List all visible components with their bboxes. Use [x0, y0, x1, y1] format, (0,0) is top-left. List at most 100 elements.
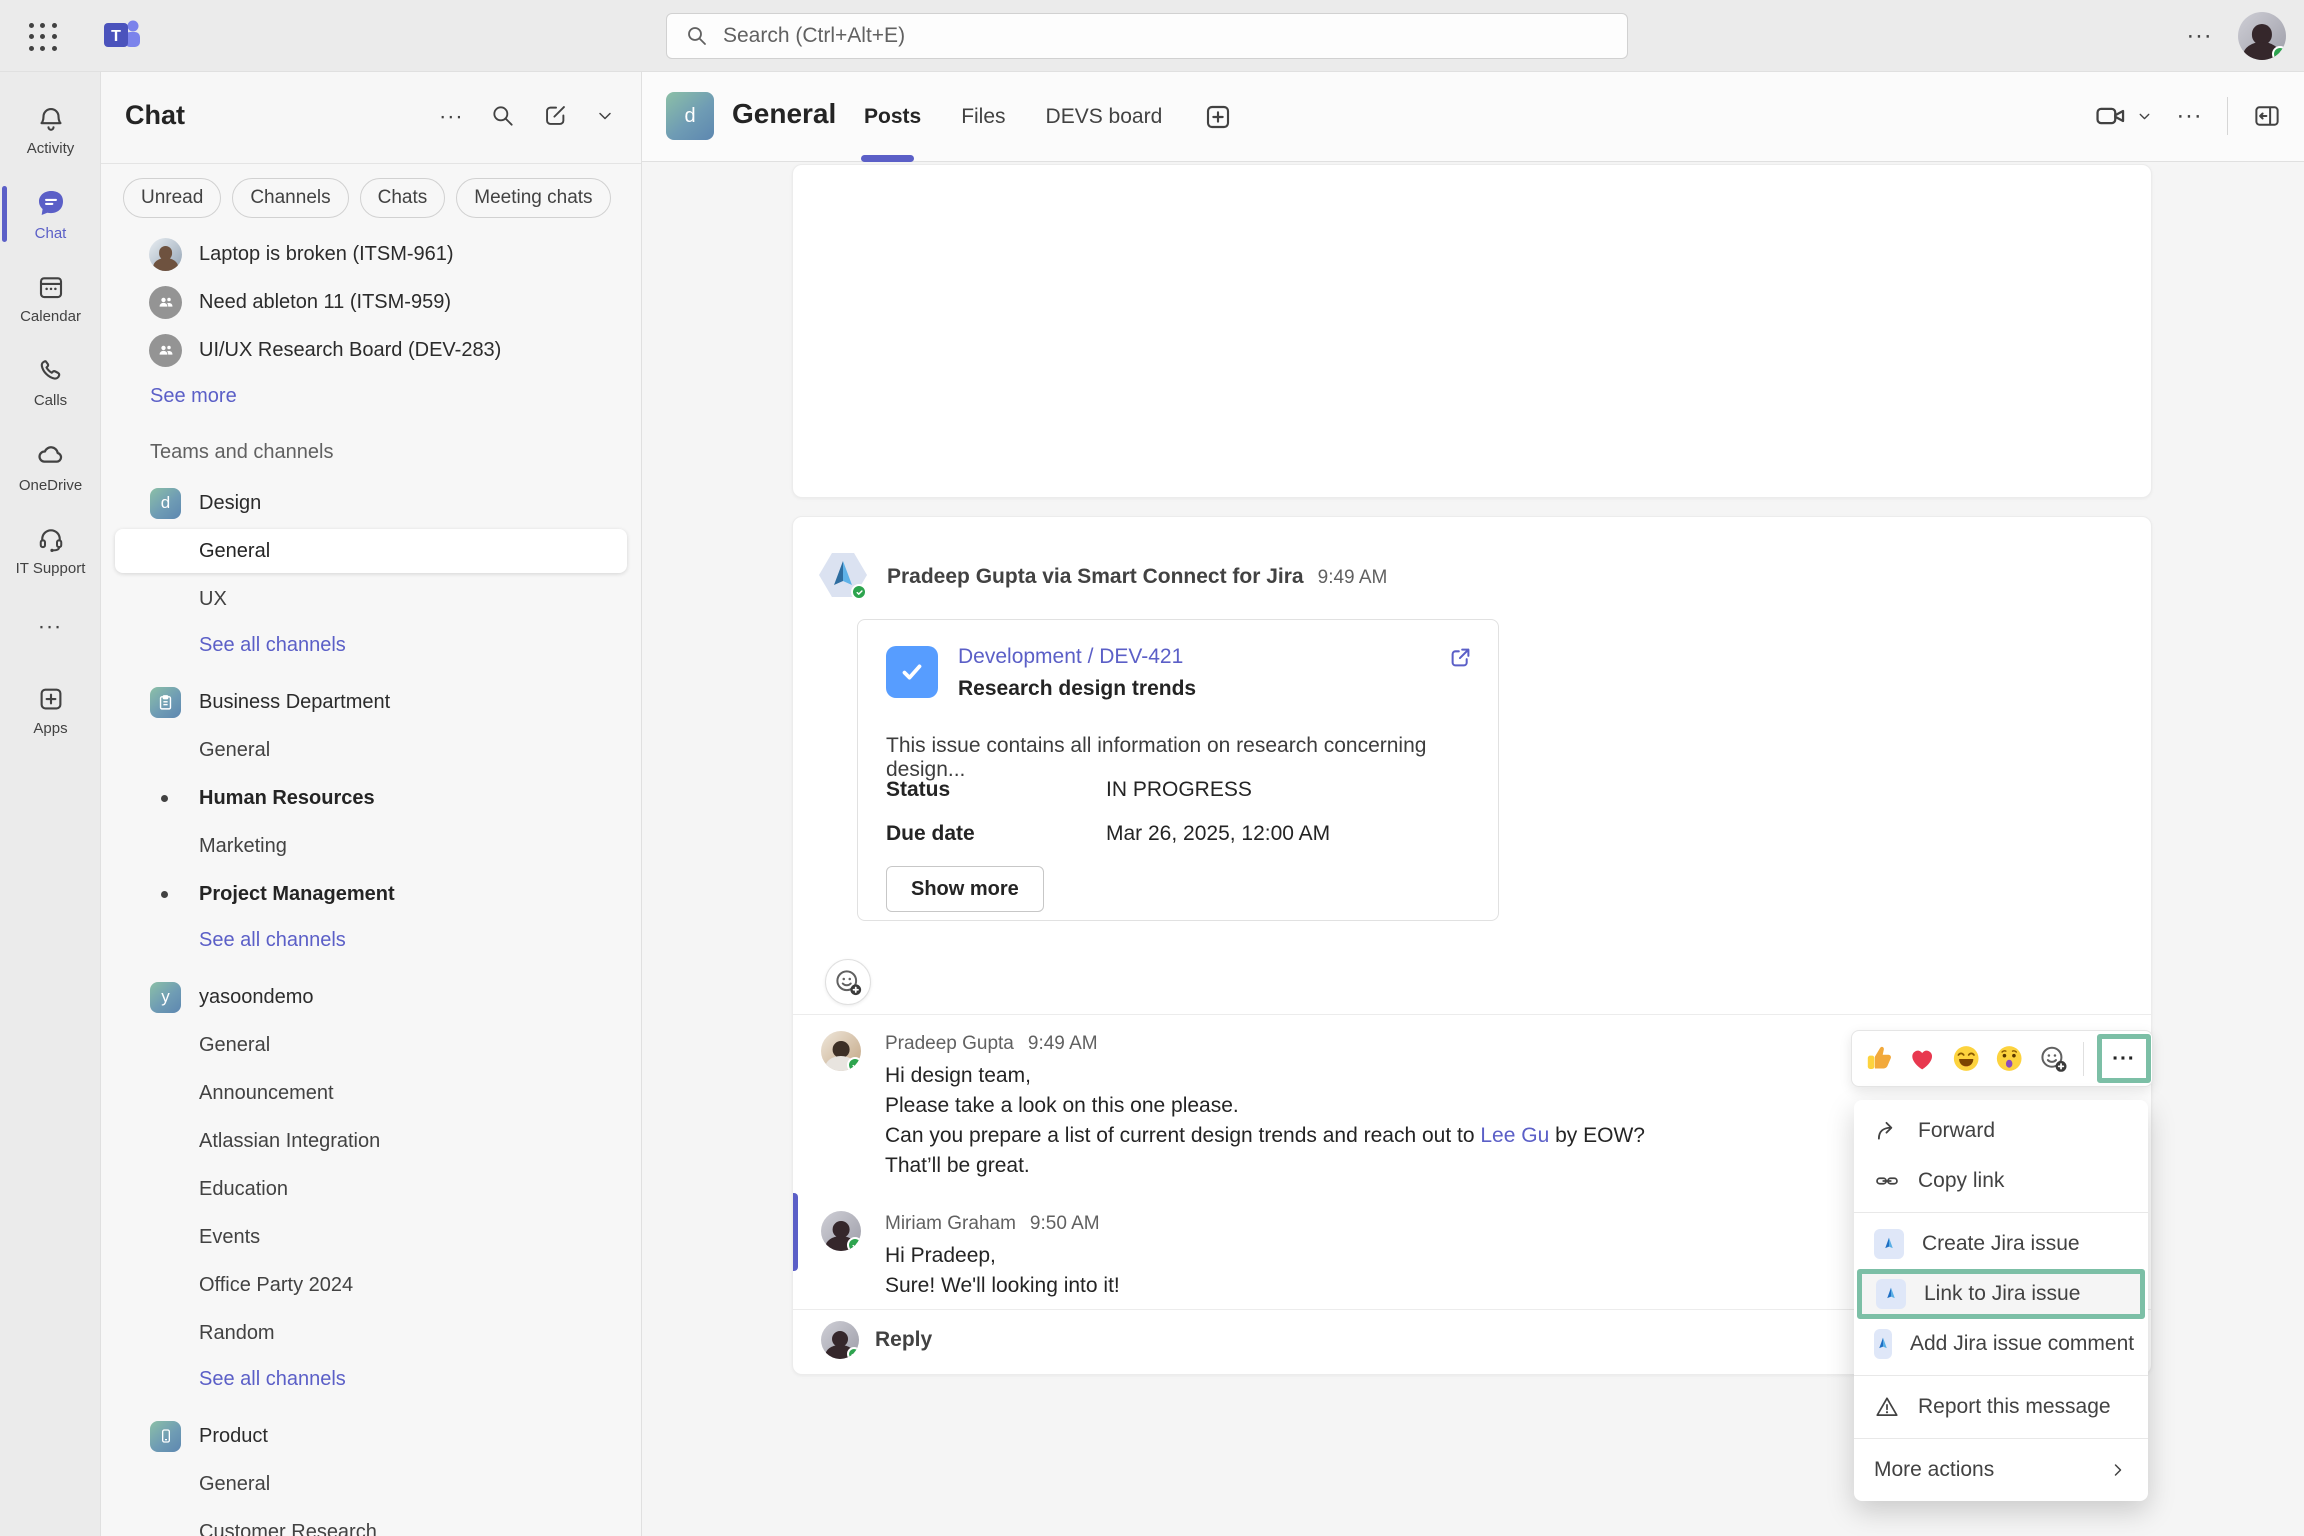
bot-post-author-row: Pradeep Gupta via Smart Connect for Jira… [887, 565, 1387, 589]
channel-item-general-selected[interactable]: General [101, 527, 641, 575]
channel-item[interactable]: Marketing [101, 822, 641, 870]
channel-item[interactable]: Atlassian Integration [101, 1117, 641, 1165]
user-avatar[interactable] [2238, 12, 2286, 60]
menu-item-create-jira-issue[interactable]: Create Jira issue [1854, 1219, 2148, 1269]
bot-post-author: Pradeep Gupta via Smart Connect for Jira [887, 565, 1304, 589]
channel-more-button[interactable]: ∙∙∙ [2177, 102, 2203, 130]
message-context-menu: Forward Copy link Create Jira issue Link… [1854, 1100, 2148, 1501]
mention-link[interactable]: Lee Gu [1480, 1124, 1549, 1147]
surprised-reaction[interactable] [1994, 1042, 2024, 1075]
active-tab-indicator [861, 155, 914, 162]
tab-posts[interactable]: Posts [864, 105, 921, 129]
channel-item[interactable]: Education [101, 1165, 641, 1213]
rail-item-apps[interactable]: Apps [0, 668, 101, 752]
reply-time: 9:50 AM [1030, 1213, 1100, 1235]
filter-channels[interactable]: Channels [232, 178, 348, 218]
new-chat-icon[interactable] [542, 102, 569, 129]
chat-filter-more-button[interactable]: ∙∙∙ [440, 103, 464, 129]
show-more-button[interactable]: Show more [886, 866, 1044, 912]
tab-devs-board[interactable]: DEVS board [1046, 105, 1163, 129]
search-input[interactable]: Search (Ctrl+Alt+E) [666, 13, 1628, 59]
see-all-channels-link[interactable]: See all channels [101, 1357, 641, 1402]
channel-item[interactable]: Events [101, 1213, 641, 1261]
chat-item[interactable]: UI/UX Research Board (DEV-283) [101, 326, 641, 374]
message-more-options-button[interactable]: ∙∙∙ [2097, 1034, 2151, 1083]
channel-item[interactable]: General [101, 726, 641, 774]
channel-header: d General Posts Files DEVS board ∙∙∙ [642, 72, 2304, 162]
chevron-down-icon[interactable] [595, 106, 615, 126]
search-icon [685, 24, 709, 48]
app-rail: Activity Chat Calendar Calls OneDrive IT… [0, 72, 101, 1536]
heart-reaction[interactable] [1907, 1042, 1937, 1075]
see-more-link[interactable]: See more [101, 374, 641, 419]
chat-item[interactable]: Need ableton 11 (ITSM-959) [101, 278, 641, 326]
rail-more-button[interactable]: ∙∙∙ [0, 600, 101, 652]
rail-item-calendar[interactable]: Calendar [0, 256, 101, 340]
teams-and-channels-header: Teams and channels [101, 425, 641, 479]
rail-item-calls[interactable]: Calls [0, 340, 101, 424]
jira-issue-title: Research design trends [958, 677, 1196, 701]
channel-item[interactable]: General [101, 1460, 641, 1508]
filter-chats[interactable]: Chats [360, 178, 446, 218]
jira-status-row: StatusIN PROGRESS [886, 778, 1252, 802]
tab-files[interactable]: Files [961, 105, 1005, 129]
rail-item-onedrive[interactable]: OneDrive [0, 424, 101, 508]
topbar-more-button[interactable]: ∙∙∙ [2178, 18, 2222, 54]
team-item-design[interactable]: d Design [101, 479, 641, 527]
open-pane-icon[interactable] [2252, 101, 2282, 131]
menu-item-forward[interactable]: Forward [1854, 1106, 2148, 1156]
chat-sidebar: Chat ∙∙∙ Unread Channels Chats Meeting c… [101, 72, 642, 1536]
team-item-product[interactable]: Product [101, 1412, 641, 1460]
team-item-business-department[interactable]: Business Department [101, 678, 641, 726]
see-all-channels-link[interactable]: See all channels [101, 623, 641, 668]
jira-icon [1876, 1279, 1906, 1309]
reply-button[interactable]: Reply [821, 1321, 932, 1359]
channel-item[interactable]: Announcement [101, 1069, 641, 1117]
reply-author: Pradeep Gupta [885, 1033, 1014, 1055]
chat-item[interactable]: Laptop is broken (ITSM-961) [101, 230, 641, 278]
channel-item[interactable]: Office Party 2024 [101, 1261, 641, 1309]
rail-item-activity[interactable]: Activity [0, 88, 101, 172]
more-icon: ∙∙∙ [38, 613, 62, 639]
menu-item-report-this-message[interactable]: Report this message [1854, 1382, 2148, 1432]
menu-item-copy-link[interactable]: Copy link [1854, 1156, 2148, 1206]
menu-item-more-actions[interactable]: More actions [1854, 1445, 2148, 1495]
reply-author-row: Pradeep Gupta 9:49 AM [885, 1033, 1098, 1055]
laughing-reaction[interactable] [1951, 1042, 1981, 1075]
meet-button[interactable] [2094, 99, 2153, 133]
reply-author-avatar [821, 1211, 861, 1251]
channel-item[interactable]: Random [101, 1309, 641, 1357]
chat-icon [35, 187, 67, 219]
see-all-channels-link[interactable]: See all channels [101, 918, 641, 963]
menu-item-add-jira-issue-comment[interactable]: Add Jira issue comment [1854, 1319, 2148, 1369]
presence-available-icon [847, 1057, 861, 1071]
phone-icon [36, 356, 66, 386]
channel-item-unread[interactable]: Project Management [101, 870, 641, 918]
reply-author-row: Miriam Graham 9:50 AM [885, 1213, 1100, 1235]
channel-item-unread[interactable]: Human Resources [101, 774, 641, 822]
team-item-yasoondemo[interactable]: y yasoondemo [101, 973, 641, 1021]
forward-icon [1874, 1118, 1900, 1144]
filter-meeting-chats[interactable]: Meeting chats [456, 178, 610, 218]
jira-issue-key-link[interactable]: Development / DEV-421 [958, 645, 1183, 669]
thumbs-up-reaction[interactable] [1864, 1042, 1894, 1075]
bot-post-time: 9:49 AM [1318, 567, 1388, 589]
more-reactions-icon[interactable] [2038, 1042, 2068, 1075]
channel-item[interactable]: General [101, 1021, 641, 1069]
presence-available-icon [847, 1237, 861, 1251]
filter-unread[interactable]: Unread [123, 178, 221, 218]
channel-item-ux[interactable]: UX [101, 575, 641, 623]
channel-title: General [732, 98, 836, 130]
add-tab-icon[interactable] [1202, 101, 1234, 133]
reply-time: 9:49 AM [1028, 1033, 1098, 1055]
add-reaction-button[interactable] [825, 959, 871, 1005]
rail-item-chat[interactable]: Chat [0, 172, 101, 256]
chat-search-icon[interactable] [490, 103, 516, 129]
open-in-jira-icon[interactable] [1447, 644, 1474, 671]
reply-box-avatar [821, 1321, 859, 1359]
channel-item[interactable]: Customer Research [101, 1508, 641, 1536]
menu-item-link-to-jira-issue[interactable]: Link to Jira issue [1857, 1269, 2145, 1319]
rail-item-it-support[interactable]: IT Support [0, 508, 101, 592]
app-launcher-icon[interactable] [26, 20, 60, 54]
chat-list: Laptop is broken (ITSM-961) Need ableton… [101, 230, 641, 1536]
